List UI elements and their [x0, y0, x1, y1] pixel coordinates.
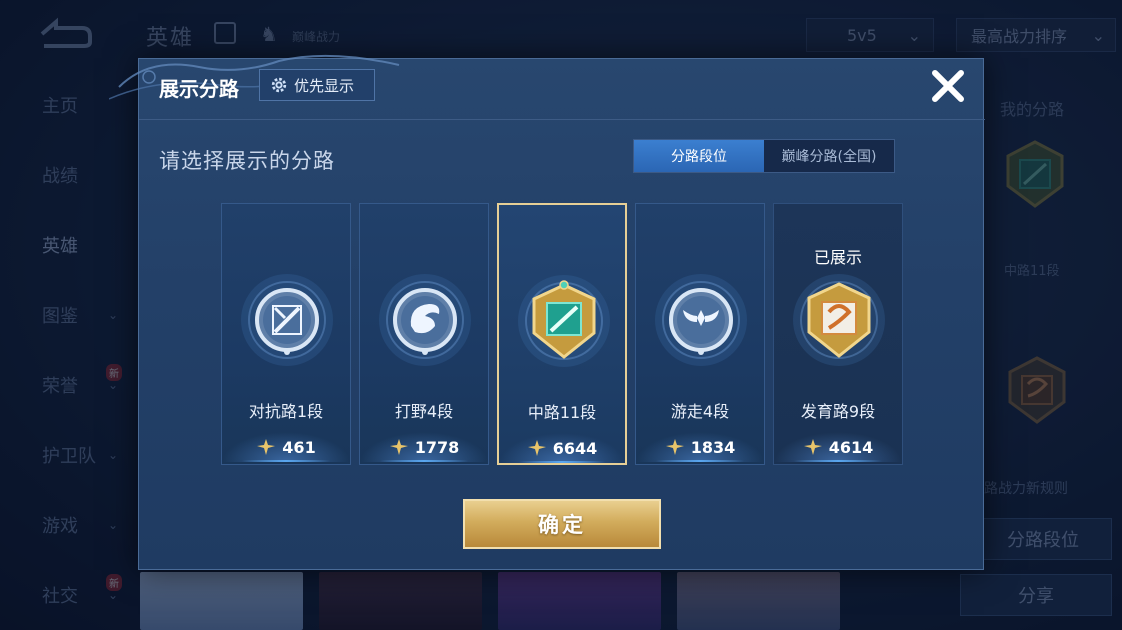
- lane-rank-label: 打野4段: [394, 402, 454, 421]
- lane-power-value: 6644: [552, 438, 598, 458]
- lane-rank-label: 游走4段: [670, 402, 730, 421]
- tab-lane-rank[interactable]: 分路段位: [634, 140, 764, 172]
- glow-line: [242, 460, 330, 462]
- gear-icon: [271, 77, 287, 93]
- combat-power-icon: [803, 439, 822, 455]
- lane-card[interactable]: 中路11段 6644: [497, 203, 627, 465]
- priority-display-label: 优先显示: [294, 76, 355, 95]
- lane-card[interactable]: 已展示发育路9段 4614: [773, 203, 903, 465]
- roam-emblem-icon: [655, 274, 747, 366]
- glow-line: [519, 461, 605, 463]
- lane-rank-label: 中路11段: [527, 403, 597, 422]
- lane-rank-label: 发育路9段: [800, 402, 876, 421]
- confirm-button[interactable]: 确定: [463, 499, 661, 549]
- lane-card[interactable]: 打野4段 1778: [359, 203, 489, 465]
- lane-power-value: 1778: [414, 437, 460, 457]
- mid-lane-emblem-icon: [518, 275, 610, 367]
- clash-lane-emblem-icon: [241, 274, 333, 366]
- farm-lane-emblem-icon: [793, 274, 885, 366]
- select-lane-prompt: 请选择展示的分路: [159, 149, 335, 173]
- tab-peak-lane-national[interactable]: 巅峰分路(全国): [764, 140, 894, 172]
- displayed-label: 已展示: [813, 248, 862, 267]
- lane-display-dialog: 展示分路 优先显示 请选择展示的分路 分路段位 巅峰分路(全国) 对抗路1段 46…: [109, 54, 985, 570]
- combat-power-icon: [257, 439, 276, 455]
- priority-display-button[interactable]: 优先显示: [259, 69, 375, 101]
- dialog-title: 展示分路: [159, 77, 239, 101]
- lane-power-value: 4614: [828, 437, 874, 457]
- lane-card[interactable]: 对抗路1段 461: [221, 203, 351, 465]
- glow-line: [380, 460, 468, 462]
- combat-power-icon: [527, 440, 546, 456]
- combat-power-icon: [665, 439, 684, 455]
- lane-power-value: 461: [282, 437, 316, 457]
- lane-power: 1834: [636, 432, 764, 462]
- lane-power: 1778: [360, 432, 488, 462]
- lane-card-list: 对抗路1段 461 打野4段 1778 中路11段 6644 游走4段 1834 已展示发育路9…: [221, 203, 903, 465]
- lane-rank-label: 对抗路1段: [248, 402, 324, 421]
- combat-power-icon: [389, 439, 408, 455]
- glow-line: [656, 460, 744, 462]
- lane-power: 6644: [499, 433, 625, 463]
- lane-power: 461: [222, 432, 350, 462]
- glow-line: [794, 460, 882, 462]
- lane-power-value: 1834: [690, 437, 736, 457]
- close-icon[interactable]: [929, 67, 967, 105]
- jungle-emblem-icon: [379, 274, 471, 366]
- lane-power: 4614: [774, 432, 902, 462]
- lane-type-tabs: 分路段位 巅峰分路(全国): [633, 139, 895, 173]
- divider: [139, 119, 985, 120]
- lane-card[interactable]: 游走4段 1834: [635, 203, 765, 465]
